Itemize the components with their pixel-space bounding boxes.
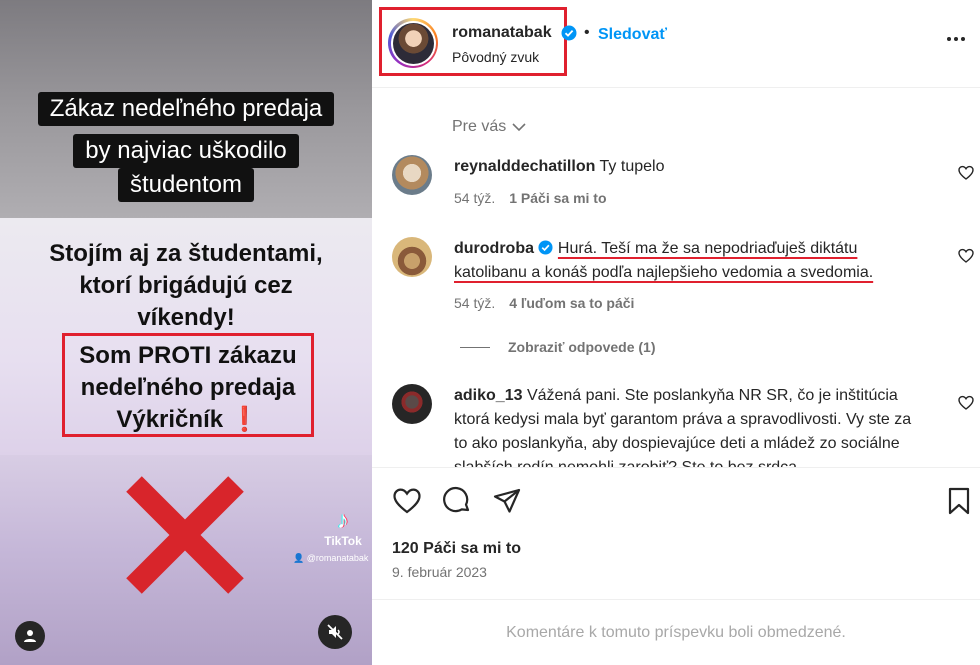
comment-age: 54 týž.	[454, 190, 496, 206]
tiktok-logo-icon: ♪	[337, 507, 349, 534]
follow-button[interactable]: Sledovať	[598, 26, 667, 44]
video-caption-line: študentom	[0, 168, 372, 202]
stance-line: ktorí brigádujú cez	[79, 272, 293, 299]
highlight-line: Výkričník ❗	[116, 406, 260, 433]
chevron-down-icon	[512, 122, 526, 131]
comment-username[interactable]: durodroba	[454, 240, 534, 257]
speaker-muted-icon	[327, 624, 343, 640]
mute-button[interactable]	[318, 615, 352, 649]
avatar-image	[392, 22, 434, 64]
author-username[interactable]: romanatabak	[452, 24, 552, 42]
verified-badge-icon	[561, 25, 577, 41]
comment-avatar[interactable]	[392, 384, 432, 424]
comment-text-line: katolibanu a konáš podľa najlepšieho ved…	[454, 264, 874, 281]
instagram-post-view: Zákaz nedeľného predaja by najviac uškod…	[0, 0, 980, 665]
comments-list[interactable]: Pre vás reynalddechatillon Ty tupelo 54 …	[372, 88, 980, 467]
heart-icon[interactable]	[958, 165, 974, 181]
audio-link[interactable]: Pôvodný zvuk	[452, 49, 539, 65]
share-send-icon[interactable]	[492, 486, 522, 516]
comment-bubble-icon[interactable]	[442, 486, 472, 516]
post-actions: 120 Páči sa mi to 9. február 2023	[372, 467, 980, 599]
highlighted-stance-box: Som PROTI zákazu nedeľného predaja Výkri…	[62, 333, 314, 437]
comment-age: 54 týž.	[454, 295, 496, 311]
comment-text: durodroba Hurá. Teší ma že sa nepodriaďu…	[454, 237, 934, 285]
heart-icon[interactable]	[958, 248, 974, 264]
stance-line: Stojím aj za študentami,	[49, 240, 323, 267]
like-heart-icon[interactable]	[392, 486, 422, 516]
view-replies-button[interactable]: Zobraziť odpovede (1)	[460, 339, 656, 355]
comment-meta: 54 týž. 4 ľuďom sa to páči	[454, 295, 634, 311]
heart-icon[interactable]	[958, 395, 974, 411]
replies-divider	[460, 346, 490, 348]
post-header: romanatabak • Sledovať Pôvodný zvuk	[372, 0, 980, 88]
tagged-users-button[interactable]	[15, 621, 45, 651]
highlight-line: Som PROTI zákazu	[79, 342, 297, 369]
comments-limited-notice: Komentáre k tomuto príspevku boli obmedz…	[372, 599, 980, 665]
video-caption-line: Zákaz nedeľného predaja	[0, 92, 372, 126]
separator-dot: •	[584, 24, 590, 41]
verified-badge-icon	[538, 240, 553, 255]
video-stance-text: Stojím aj za študentami, ktorí brigádujú…	[0, 238, 372, 334]
comment-meta: 54 týž. 1 Páči sa mi to	[454, 190, 607, 206]
user-icon	[24, 630, 36, 642]
comment-likes[interactable]: 4 ľuďom sa to páči	[509, 295, 634, 311]
tiktok-handle: 👤 @romanatabak	[293, 553, 369, 563]
comment-text: reynalddechatillon Ty tupelo	[454, 158, 665, 175]
reel-video[interactable]: Zákaz nedeľného predaja by najviac uškod…	[0, 0, 372, 665]
red-cross-icon	[126, 476, 244, 594]
comment-text-line: Hurá. Teší ma že sa nepodriaďuješ diktát…	[557, 240, 858, 257]
comment-avatar[interactable]	[392, 237, 432, 277]
avatar[interactable]	[388, 18, 438, 68]
post-date[interactable]: 9. február 2023	[392, 564, 487, 580]
comment-likes[interactable]: 1 Páči sa mi to	[509, 190, 606, 206]
replies-label: Zobraziť odpovede (1)	[508, 339, 656, 355]
highlight-line: nedeľného predaja	[80, 374, 296, 401]
sort-label: Pre vás	[452, 118, 507, 135]
post-panel: romanatabak • Sledovať Pôvodný zvuk Pre …	[372, 0, 980, 665]
comment-username[interactable]: adiko_13	[454, 387, 522, 404]
sort-dropdown[interactable]: Pre vás	[452, 118, 526, 136]
save-bookmark-icon[interactable]	[944, 486, 974, 516]
stance-line: víkendy!	[137, 304, 235, 331]
tiktok-watermark: ♪ TikTok	[318, 507, 368, 549]
post-likes-count[interactable]: 120 Páči sa mi to	[392, 540, 521, 558]
comment-text: adiko_13 Vážená pani. Ste poslankyňa NR …	[454, 387, 912, 467]
video-caption-line: by najviac uškodilo	[0, 134, 372, 168]
more-options-icon[interactable]	[946, 36, 966, 42]
exclamation-icon: ❗	[229, 406, 260, 433]
comment-username[interactable]: reynalddechatillon	[454, 158, 595, 175]
comment-avatar[interactable]	[392, 155, 432, 195]
tiktok-label: TikTok	[324, 534, 362, 548]
